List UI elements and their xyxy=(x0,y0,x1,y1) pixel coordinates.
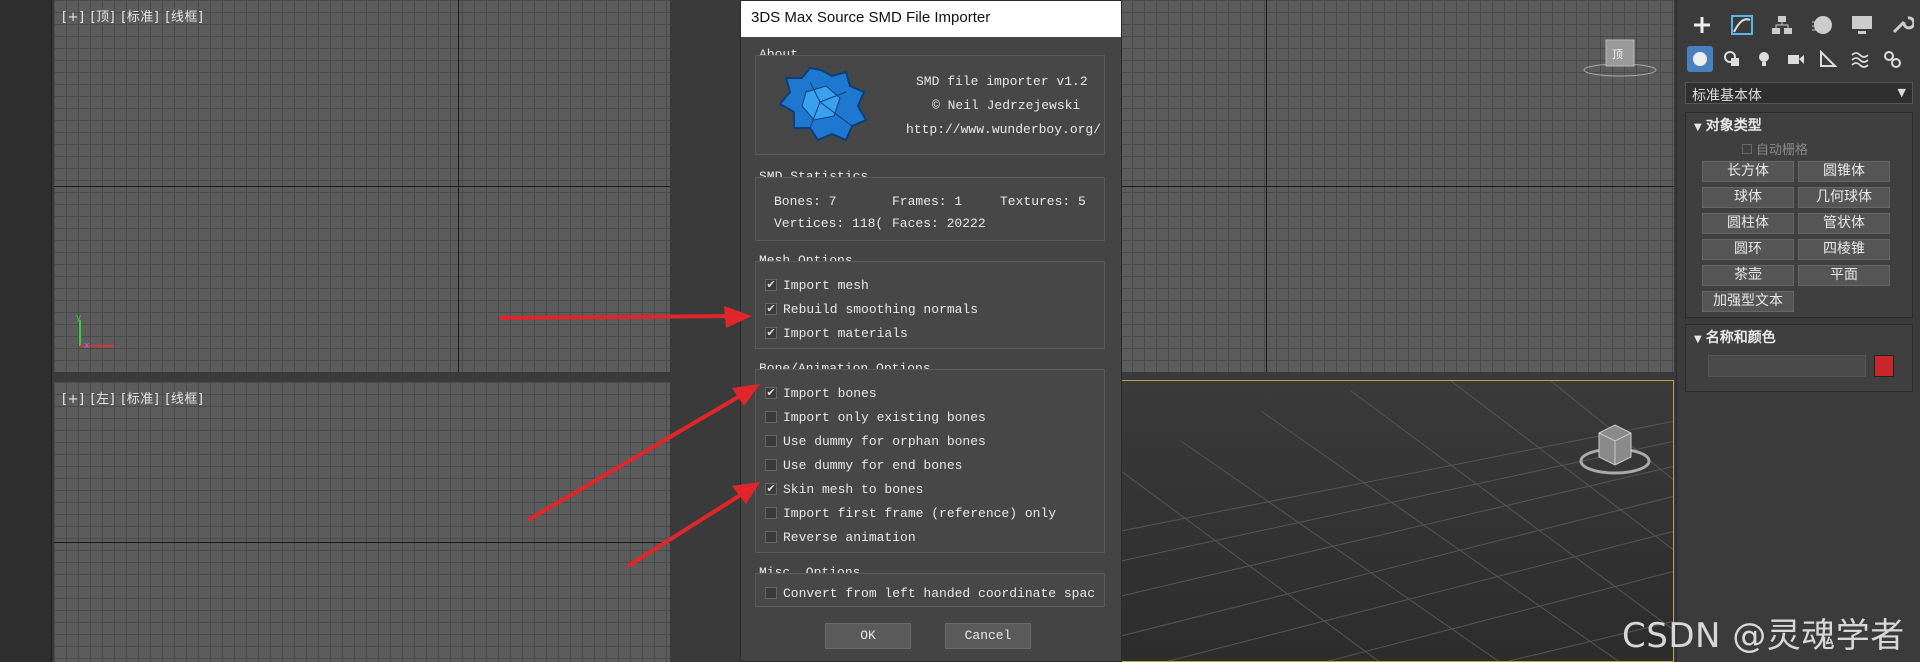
arrow-to-skin-mesh xyxy=(626,492,744,568)
pyramid-button[interactable]: 四棱锥 xyxy=(1798,239,1890,260)
cameras-icon[interactable] xyxy=(1783,46,1809,72)
object-type-rollout: ▼ 对象类型 自动栅格 长方体 圆锥体 球体 几何球体 圆柱体 管状体 圆环 四棱… xyxy=(1685,112,1913,318)
primitive-type-dropdown[interactable]: 标准基本体 ▼ xyxy=(1685,82,1913,104)
annotation-arrows xyxy=(499,306,760,568)
watermark-text: CSDN @灵魂学者 xyxy=(1622,616,1905,656)
checkbox-box[interactable] xyxy=(1742,143,1752,154)
checkbox-label: 自动栅格 xyxy=(1756,143,1809,158)
autogrid-checkbox[interactable]: 自动栅格 xyxy=(1742,139,1808,158)
command-panel: 标准基本体 ▼ ▼ 对象类型 自动栅格 长方体 圆锥体 球体 几何球体 圆柱体 管… xyxy=(1676,0,1920,662)
object-name-input[interactable] xyxy=(1708,355,1866,377)
textplus-button[interactable]: 加强型文本 xyxy=(1702,291,1794,312)
rollout-header[interactable]: ▼ 名称和颜色 xyxy=(1686,325,1912,347)
command-panel-tabs xyxy=(1687,12,1917,38)
hierarchy-tab-icon[interactable] xyxy=(1767,12,1797,38)
cylinder-button[interactable]: 圆柱体 xyxy=(1702,213,1794,234)
systems-gears-icon[interactable] xyxy=(1879,46,1905,72)
torus-button[interactable]: 圆环 xyxy=(1702,239,1794,260)
rollout-collapse-icon[interactable]: ▼ xyxy=(1694,122,1702,133)
plane-button[interactable]: 平面 xyxy=(1798,265,1890,286)
create-category-row xyxy=(1687,46,1905,72)
modify-tab-icon[interactable] xyxy=(1727,12,1757,38)
dropdown-value: 标准基本体 xyxy=(1692,88,1762,104)
name-color-rollout: ▼ 名称和颜色 xyxy=(1685,324,1913,392)
lights-bulb-icon[interactable] xyxy=(1751,46,1777,72)
geometry-sphere-icon[interactable] xyxy=(1687,46,1713,72)
rollout-header[interactable]: ▼ 对象类型 xyxy=(1686,113,1912,135)
arrowhead-icon xyxy=(732,384,760,406)
arrowhead-icon xyxy=(724,306,752,328)
display-tab-monitor-icon[interactable] xyxy=(1847,12,1877,38)
shapes-icon[interactable] xyxy=(1719,46,1745,72)
spacewarps-icon[interactable] xyxy=(1847,46,1873,72)
cone-button[interactable]: 圆锥体 xyxy=(1798,161,1890,182)
geosphere-button[interactable]: 几何球体 xyxy=(1798,187,1890,208)
box-button[interactable]: 长方体 xyxy=(1702,161,1794,182)
dropdown-caret-icon: ▼ xyxy=(1897,86,1906,99)
object-color-swatch[interactable] xyxy=(1874,355,1894,377)
sphere-button[interactable]: 球体 xyxy=(1702,187,1794,208)
rollout-title: 对象类型 xyxy=(1705,118,1762,134)
arrow-to-import-bones xyxy=(526,394,742,522)
arrow-to-rebuild-smoothing xyxy=(499,314,731,320)
utilities-tab-wrench-icon[interactable] xyxy=(1887,12,1917,38)
rollout-title: 名称和颜色 xyxy=(1705,330,1776,346)
motion-tab-icon[interactable] xyxy=(1807,12,1837,38)
helpers-ruler-icon[interactable] xyxy=(1815,46,1841,72)
tube-button[interactable]: 管状体 xyxy=(1798,213,1890,234)
arrowhead-icon xyxy=(732,482,760,504)
create-tab-plus-icon[interactable] xyxy=(1687,12,1717,38)
teapot-button[interactable]: 茶壶 xyxy=(1702,265,1794,286)
rollout-collapse-icon[interactable]: ▼ xyxy=(1694,334,1702,345)
